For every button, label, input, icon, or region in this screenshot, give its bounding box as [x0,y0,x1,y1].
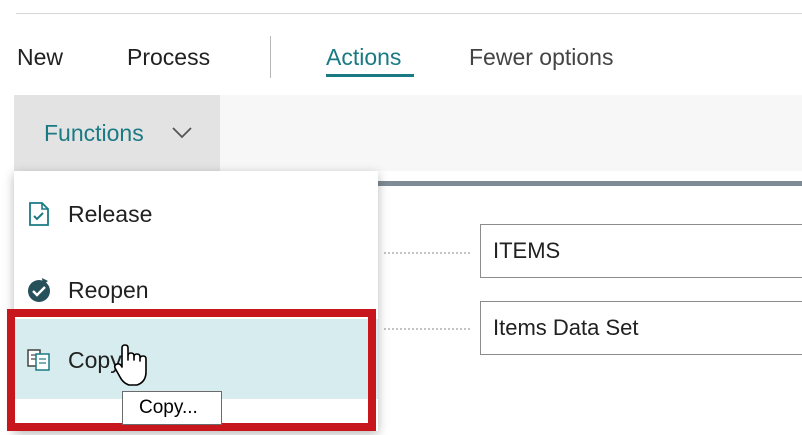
field-leader-dots [384,328,470,330]
menu-item-release[interactable]: Release [14,181,378,251]
action-bar: New Process Actions Fewer options [0,36,802,80]
code-field[interactable] [480,224,802,278]
menu-item-label: Reopen [68,277,149,303]
sub-action-bar: Functions [14,95,802,171]
release-document-icon [29,202,49,226]
action-bar-separator [270,36,271,78]
top-divider [16,13,802,14]
action-new[interactable]: New [17,42,63,72]
action-process[interactable]: Process [127,42,210,72]
tab-actions[interactable]: Actions [326,42,401,72]
menu-item-label: Release [68,201,153,227]
chevron-down-icon [172,127,192,139]
copy-tooltip: Copy... [122,391,222,425]
functions-label: Functions [44,120,144,146]
fewer-options-button[interactable]: Fewer options [469,42,613,72]
functions-menu-button[interactable]: Functions [14,95,220,171]
hand-cursor-icon [113,344,147,386]
description-field[interactable] [480,301,802,355]
field-leader-dots [384,252,470,254]
page: New Process Actions Fewer options Functi… [0,0,802,435]
tab-actions-underline [326,74,414,77]
reopen-icon [28,278,50,302]
